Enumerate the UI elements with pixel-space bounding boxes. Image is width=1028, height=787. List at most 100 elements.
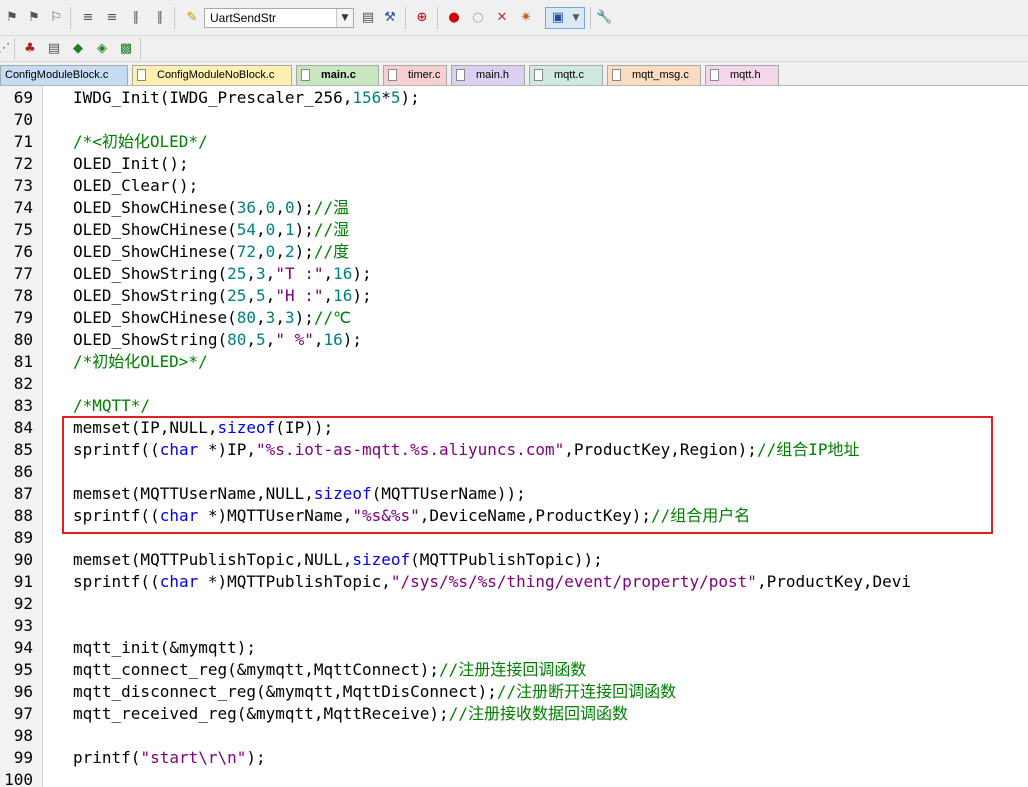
code-token-num: 3 bbox=[265, 308, 276, 327]
code-token-num: 0 bbox=[265, 242, 276, 261]
line-number: 84 bbox=[13, 418, 33, 437]
code-line[interactable]: OLED_ShowCHinese(54,0,1);//湿 bbox=[73, 219, 349, 241]
code-token: mqtt_disconnect_reg(&mymqtt,MqttDisConne… bbox=[73, 682, 497, 701]
debug-start-icon[interactable]: ⊕ bbox=[414, 10, 430, 26]
overflow-icon[interactable]: ⋰ bbox=[0, 41, 12, 57]
incremental-find-icon[interactable]: ⚒ bbox=[382, 10, 398, 26]
code-token: , bbox=[256, 198, 266, 217]
tab-timer-c[interactable]: timer.c bbox=[383, 65, 447, 85]
tab-configmoduleblock-c[interactable]: ConfigModuleBlock.c bbox=[0, 65, 128, 85]
line-number: 87 bbox=[13, 484, 33, 503]
target-combo[interactable]: UartSendStr ▼ bbox=[204, 8, 354, 28]
code-token-cmt: //温 bbox=[313, 198, 350, 217]
build-target-icon[interactable]: ♣ bbox=[22, 41, 38, 57]
breakpoint-disable-icon[interactable]: ○ bbox=[470, 10, 486, 26]
code-token-str: " %" bbox=[275, 330, 314, 349]
breakpoint-icon[interactable]: ● bbox=[446, 10, 462, 26]
code-token: (MQTTPublishTopic)); bbox=[410, 550, 603, 569]
code-line[interactable]: OLED_ShowCHinese(80,3,3);//℃ bbox=[73, 307, 351, 329]
code-line[interactable]: /*<初始化OLED*/ bbox=[73, 131, 208, 153]
indent-icon[interactable]: ≡ bbox=[80, 10, 96, 26]
file-icon bbox=[388, 69, 397, 81]
code-token: OLED_ShowString( bbox=[73, 330, 228, 349]
comment-icon[interactable]: ∥ bbox=[128, 10, 144, 26]
code-line[interactable]: printf("start\r\n"); bbox=[73, 747, 266, 769]
code-token-num: 80 bbox=[236, 308, 257, 327]
code-token-str: "/sys/%s/%s/thing/event/property/post" bbox=[390, 572, 757, 591]
find-icon[interactable]: ▤ bbox=[360, 10, 376, 26]
code-line[interactable]: mqtt_disconnect_reg(&mymqtt,MqttDisConne… bbox=[73, 681, 676, 703]
rebuild-icon[interactable]: ▤ bbox=[46, 41, 62, 57]
manage-icon[interactable]: ▩ bbox=[118, 41, 134, 57]
line-number: 82 bbox=[13, 374, 33, 393]
line-number: 96 bbox=[13, 682, 33, 701]
code-token-num: 2 bbox=[284, 242, 295, 261]
code-line[interactable]: IWDG_Init(IWDG_Prescaler_256,156*5); bbox=[73, 87, 420, 109]
code-token: ); bbox=[294, 220, 314, 239]
secondary-toolbar: ⋰ ♣ ▤ ◆ ◈ ▩ bbox=[0, 36, 1028, 62]
code-line[interactable]: /*初始化OLED>*/ bbox=[73, 351, 208, 373]
tab-mqtt_msg-c[interactable]: mqtt_msg.c bbox=[607, 65, 701, 85]
wrench-icon[interactable]: 🔧 bbox=[596, 10, 612, 26]
code-token-num: 54 bbox=[236, 220, 257, 239]
toolbar-separator bbox=[70, 7, 71, 29]
code-token: ); bbox=[352, 264, 372, 283]
code-line[interactable]: memset(MQTTPublishTopic,NULL,sizeof(MQTT… bbox=[73, 549, 603, 571]
tab-mqtt-c[interactable]: mqtt.c bbox=[529, 65, 603, 85]
code-token: mqtt_received_reg(&mymqtt,MqttReceive); bbox=[73, 704, 449, 723]
bookmark-prev-icon[interactable]: ⚑ bbox=[4, 10, 20, 26]
tab-main-c[interactable]: main.c bbox=[296, 65, 379, 85]
file-icon bbox=[456, 69, 465, 81]
code-line[interactable]: OLED_ShowString(25,5,"H :",16); bbox=[73, 285, 372, 307]
code-line[interactable]: sprintf((char *)MQTTPublishTopic,"/sys/%… bbox=[73, 571, 911, 593]
code-token: ); bbox=[342, 330, 363, 349]
tab-configmodulenoblock-c[interactable]: ConfigModuleNoBlock.c bbox=[132, 65, 292, 85]
line-number: 71 bbox=[13, 132, 33, 151]
code-token: , bbox=[275, 308, 285, 327]
code-token: OLED_ShowString( bbox=[73, 264, 228, 283]
download-icon[interactable]: ◆ bbox=[70, 41, 86, 57]
code-line[interactable]: mqtt_connect_reg(&mymqtt,MqttConnect);//… bbox=[73, 659, 586, 681]
bookmark-clear-icon[interactable]: ⚐ bbox=[48, 10, 64, 26]
line-number: 85 bbox=[13, 440, 33, 459]
tab-mqtt-h[interactable]: mqtt.h bbox=[705, 65, 779, 85]
chevron-down-icon[interactable]: ▼ bbox=[336, 9, 353, 27]
breakpoint-kill-all-icon[interactable]: ✷ bbox=[518, 10, 534, 26]
code-line[interactable]: mqtt_init(&mymqtt); bbox=[73, 637, 256, 659]
code-line[interactable]: OLED_ShowString(25,3,"T :",16); bbox=[73, 263, 372, 285]
code-token-cmt: //湿 bbox=[313, 220, 350, 239]
unindent-icon[interactable]: ≡ bbox=[104, 10, 120, 26]
code-line[interactable]: /*MQTT*/ bbox=[73, 395, 150, 417]
file-icon bbox=[137, 69, 146, 81]
code-token: ,ProductKey,Devi bbox=[756, 572, 912, 591]
tab-main-h[interactable]: main.h bbox=[451, 65, 525, 85]
code-token: , bbox=[246, 286, 257, 305]
code-token-num: 16 bbox=[333, 264, 353, 283]
options-icon[interactable]: ◈ bbox=[94, 41, 110, 57]
line-number: 80 bbox=[13, 330, 33, 349]
bookmark-next-icon[interactable]: ⚑ bbox=[26, 10, 42, 26]
code-token-num: 72 bbox=[236, 242, 257, 261]
code-line[interactable]: OLED_ShowString(80,5," %",16); bbox=[73, 329, 362, 351]
code-editor[interactable]: 69 70 71 72 73 74 75 76 77 78 79 80 81 82 83 84 85 86 87 88… bbox=[0, 86, 1028, 787]
code-token: , bbox=[275, 242, 285, 261]
code-token-kw: char bbox=[159, 572, 199, 591]
highlight-box bbox=[62, 416, 993, 534]
window-config-button[interactable]: ▣ ▼ bbox=[545, 7, 585, 29]
code-token-num: 16 bbox=[323, 330, 343, 349]
code-line[interactable]: OLED_ShowCHinese(72,0,2);//度 bbox=[73, 241, 349, 263]
code-token-num: 3 bbox=[256, 264, 266, 283]
code-line[interactable]: OLED_ShowCHinese(36,0,0);//温 bbox=[73, 197, 349, 219]
code-line[interactable]: OLED_Clear(); bbox=[73, 175, 198, 197]
code-line[interactable]: mqtt_received_reg(&mymqtt,MqttReceive);/… bbox=[73, 703, 628, 725]
code-token: OLED_Clear(); bbox=[73, 176, 199, 195]
find-in-files-icon[interactable]: ✎ bbox=[184, 10, 200, 26]
breakpoint-kill-icon[interactable]: ✕ bbox=[494, 10, 510, 26]
uncomment-icon[interactable]: ∥ bbox=[152, 10, 168, 26]
toolbar-separator bbox=[140, 38, 141, 60]
code-line[interactable]: OLED_Init(); bbox=[73, 153, 189, 175]
chevron-down-icon[interactable]: ▼ bbox=[568, 10, 584, 26]
code-token-num: 16 bbox=[333, 286, 353, 305]
code-token: ); bbox=[294, 242, 314, 261]
tab-label: main.c bbox=[321, 69, 356, 81]
